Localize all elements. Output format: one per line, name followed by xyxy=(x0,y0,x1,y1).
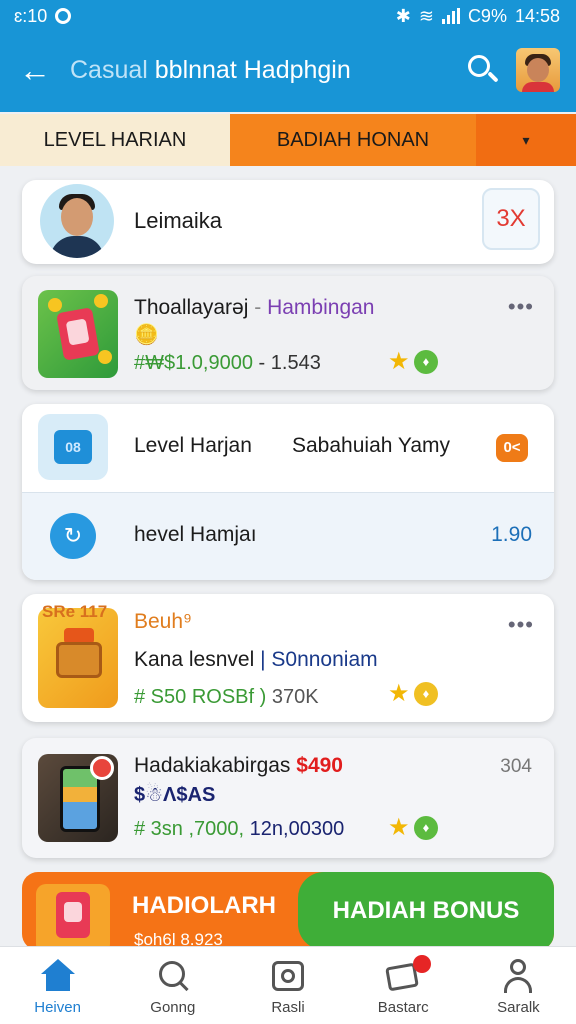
top-bar: ɛ:10 ✱ ≋ C9% 14:58 ← Casual bblnnat Hadp… xyxy=(0,0,576,112)
bonus-tag: SRe 117 xyxy=(42,602,108,621)
star-icon: ★ xyxy=(388,348,410,375)
bonus-subtitle-main: Kana lesnvel xyxy=(134,648,261,671)
nav-search[interactable]: Gonng xyxy=(115,947,230,1024)
level-row-2[interactable]: ↻ hevel Hamjaı 1.90 xyxy=(22,492,554,580)
profile-name: Leimaika xyxy=(134,208,223,233)
page-title-prefix: Casual xyxy=(70,55,155,84)
notification-icon xyxy=(55,8,72,24)
bonus-title: Beuh⁹ xyxy=(134,610,193,633)
bonus-price-count: 370K xyxy=(266,686,319,708)
bonus-subtitle: Kana lesnvel | S0nnoniam xyxy=(134,648,378,672)
nav-camera-label: Rasli xyxy=(271,999,305,1016)
offer-price: # 3sn ,7000, 12n,00300 xyxy=(134,818,344,841)
level-card: 08 Level Harjan Sabahuiah Yamy 0< ↻ heve… xyxy=(22,404,554,580)
home-icon xyxy=(40,959,76,993)
nav-profile[interactable]: Saralk xyxy=(461,947,576,1024)
game-price-value: #₩$1.0,9000 xyxy=(134,352,253,374)
level-row-1[interactable]: 08 Level Harjan Sabahuiah Yamy 0< xyxy=(22,404,554,492)
banner-thumbnail xyxy=(36,884,110,950)
nav-profile-label: Saralk xyxy=(497,999,540,1016)
bonus-card[interactable]: SRe 117 Beuh⁹ Kana lesnvel | S0nnoniam #… xyxy=(22,594,554,722)
signal-icon xyxy=(441,8,460,24)
game-title: Thoallayarəj - Hambingan xyxy=(134,296,374,320)
bluetooth-icon: ✱ xyxy=(395,5,411,26)
more-options-icon[interactable]: ••• xyxy=(508,612,534,638)
page-title-main: bblnnat Hadphgin xyxy=(154,55,351,84)
location-pin-icon xyxy=(90,756,114,780)
level-row-2-label: hevel Hamjaı xyxy=(134,523,257,546)
multiplier-badge[interactable]: 3X xyxy=(482,188,540,250)
star-icon: ★ xyxy=(388,814,410,841)
banner-left-text: HADIOLARH xyxy=(132,892,276,919)
offer-title-price: $490 xyxy=(296,754,343,777)
status-time: ɛ:10 xyxy=(14,5,48,26)
nav-search-label: Gonng xyxy=(150,999,196,1016)
leaf-coin-icon: ♦ xyxy=(414,816,438,840)
user-avatar[interactable] xyxy=(516,48,560,92)
level-chip[interactable]: 0< xyxy=(496,434,528,462)
bonus-banner[interactable]: HADIOLARH $oh6l 8.923 HADIAH BONUS xyxy=(22,872,554,950)
game-price-count: - 1.543 xyxy=(258,352,321,374)
bonus-price: # S50 ROSBf ) 370K xyxy=(134,686,319,709)
offer-card[interactable]: Hadakiakabirgas $490 304 $☃Ʌ$AS # 3sn ,7… xyxy=(22,738,554,858)
clock: 14:58 xyxy=(514,5,560,26)
offer-count: 304 xyxy=(500,756,532,777)
level-row-1-label-secondary: Sabahuiah Yamy xyxy=(292,434,451,457)
star-icon: ★ xyxy=(388,680,410,707)
rating-icons: ★ ♦ xyxy=(388,682,438,706)
level-row-2-value: 1.90 xyxy=(491,523,532,546)
rating-icons: ★ ♦ xyxy=(388,350,438,374)
message-icon xyxy=(385,955,432,993)
nav-home-label: Heiven xyxy=(34,999,81,1016)
level-row-1-label: Level Harjan xyxy=(134,434,252,457)
game-title-main: Thoallayarəj xyxy=(134,296,249,319)
offer-price-count: 12n,00300 xyxy=(244,818,345,840)
search-icon xyxy=(155,959,191,993)
bonus-price-value: # S50 ROSBf ) xyxy=(134,686,267,708)
bonus-thumbnail xyxy=(38,608,118,708)
bonus-subtitle-extra: | S0nnoniam xyxy=(260,648,378,671)
rating-icons: ★ ♦ xyxy=(388,816,438,840)
tab-level-harian[interactable]: LEVEL HARIAN xyxy=(0,114,230,166)
gold-coin-icon: ♦ xyxy=(414,682,438,706)
app-bar: ← Casual bblnnat Hadphgin xyxy=(0,40,576,100)
game-card[interactable]: Thoallayarəj - Hambingan 🪙 #₩$1.0,9000 -… xyxy=(22,276,554,390)
search-icon[interactable] xyxy=(462,49,504,91)
battery-level: C9% xyxy=(467,5,507,26)
user-icon xyxy=(500,959,536,993)
nav-messages-label: Bastarc xyxy=(377,999,429,1016)
status-right: ✱ ≋ C9% 14:58 xyxy=(396,6,560,27)
nav-home[interactable]: Heiven xyxy=(0,947,115,1024)
profile-card[interactable]: Leimaika 3X xyxy=(22,180,554,264)
offer-title-main: Hadakiakabirgas xyxy=(134,754,297,777)
page-title: Casual bblnnat Hadphgin xyxy=(70,56,462,85)
offer-thumbnail xyxy=(38,754,118,842)
offer-title: Hadakiakabirgas $490 xyxy=(134,754,343,778)
nav-camera[interactable]: Rasli xyxy=(230,947,345,1024)
tab-bar: LEVEL HARIAN BADIAH HONAN ▾ xyxy=(0,114,576,166)
leaf-coin-icon: ♦ xyxy=(414,350,438,374)
tab-badiah-honan[interactable]: BADIAH HONAN xyxy=(230,114,476,166)
offer-price-value: # 3sn ,7000, xyxy=(134,818,245,840)
game-title-sub: Hambingan xyxy=(267,296,375,319)
bottom-navigation: Heiven Gonng Rasli Bastarc Saralk xyxy=(0,946,576,1024)
offer-subtitle: $☃Ʌ$AS xyxy=(134,784,216,806)
briefcase-icon: 08 xyxy=(38,414,108,480)
dropdown-arrow-icon[interactable]: ▾ xyxy=(476,114,576,166)
profile-avatar xyxy=(40,184,114,258)
nav-messages[interactable]: Bastarc xyxy=(346,947,461,1024)
game-title-separator: - xyxy=(248,296,268,319)
more-options-icon[interactable]: ••• xyxy=(508,294,534,320)
chat-bubble-icon: ↻ xyxy=(50,513,96,559)
camera-icon xyxy=(270,959,306,993)
back-arrow-icon[interactable]: ← xyxy=(0,54,70,86)
game-price: #₩$1.0,9000 - 1.543 xyxy=(134,352,321,375)
coins-icon: 🪙 xyxy=(134,324,159,346)
hadiah-bonus-button[interactable]: HADIAH BONUS xyxy=(298,872,554,950)
wifi-icon: ≋ xyxy=(418,5,434,26)
status-left: ɛ:10 xyxy=(14,5,72,27)
notification-dot xyxy=(413,955,432,973)
game-thumbnail xyxy=(38,290,118,378)
status-bar: ɛ:10 ✱ ≋ C9% 14:58 xyxy=(0,0,576,32)
